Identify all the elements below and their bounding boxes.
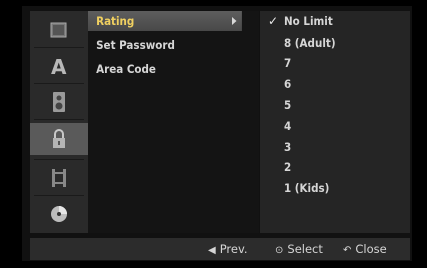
arrow-right-icon — [232, 17, 237, 25]
lock-submenu: Rating Set Password Area Code — [88, 11, 259, 233]
prev-hint[interactable]: ◀ Prev. — [208, 238, 248, 260]
rating-option-5[interactable]: 5 — [260, 95, 410, 115]
film-strip-icon — [52, 169, 66, 187]
sidebar-divider — [34, 195, 84, 196]
option-label: 6 — [284, 77, 292, 91]
left-arrow-icon: ◀ — [208, 245, 216, 256]
prev-label: Prev. — [219, 242, 248, 256]
sidebar-item-recording[interactable] — [30, 162, 88, 194]
padlock-icon — [53, 129, 65, 148]
speaker-icon — [53, 92, 65, 112]
sidebar-item-audio[interactable] — [30, 86, 88, 118]
film-clip-icon — [50, 22, 67, 38]
option-label: 4 — [284, 119, 292, 133]
option-label: No Limit — [284, 14, 333, 28]
rating-option-4[interactable]: 4 — [260, 116, 410, 136]
select-button-icon: ⊙ — [275, 245, 284, 256]
menu-item-set-password[interactable]: Set Password — [88, 35, 242, 55]
option-label: 1 (Kids) — [284, 181, 330, 195]
select-label: Select — [287, 242, 323, 256]
sidebar-item-disc[interactable] — [30, 198, 88, 230]
sidebar-item-language[interactable]: A — [30, 50, 88, 82]
return-icon: ↶ — [343, 245, 352, 256]
sidebar-divider — [34, 119, 84, 120]
font-letter-icon: A — [51, 55, 67, 77]
menu-item-label: Rating — [96, 14, 135, 28]
rating-option-8[interactable]: 8 (Adult) — [260, 33, 410, 53]
menu-item-rating[interactable]: Rating — [88, 11, 242, 31]
sidebar-divider — [34, 47, 84, 48]
sidebar-item-disc-menu[interactable] — [30, 14, 88, 46]
option-label: 3 — [284, 140, 292, 154]
option-label: 7 — [284, 56, 292, 70]
rating-option-2[interactable]: 2 — [260, 157, 410, 177]
rating-option-3[interactable]: 3 — [260, 137, 410, 157]
rating-option-7[interactable]: 7 — [260, 53, 410, 73]
button-hint-bar: ◀ Prev. ⊙ Select ↶ Close — [30, 238, 410, 260]
sidebar-item-lock[interactable] — [30, 123, 88, 155]
sidebar-divider — [34, 83, 84, 84]
sidebar-divider — [34, 159, 84, 160]
option-label: 5 — [284, 98, 292, 112]
rating-options-panel: ✓ No Limit 8 (Adult) 7 6 5 4 3 2 1 (Kids… — [260, 11, 410, 233]
disc-icon — [51, 206, 67, 222]
close-hint[interactable]: ↶ Close — [343, 238, 387, 260]
menu-item-area-code[interactable]: Area Code — [88, 59, 242, 79]
rating-option-no-limit[interactable]: ✓ No Limit — [260, 11, 410, 31]
select-hint[interactable]: ⊙ Select — [275, 238, 323, 260]
option-label: 2 — [284, 160, 292, 174]
rating-option-1[interactable]: 1 (Kids) — [260, 178, 410, 198]
rating-option-6[interactable]: 6 — [260, 74, 410, 94]
menu-item-label: Set Password — [96, 38, 175, 52]
menu-item-label: Area Code — [96, 62, 156, 76]
svg-text:A: A — [51, 55, 67, 77]
category-sidebar: A — [30, 11, 88, 233]
option-label: 8 (Adult) — [284, 36, 336, 50]
close-label: Close — [355, 242, 387, 256]
checkmark-icon: ✓ — [268, 14, 279, 28]
